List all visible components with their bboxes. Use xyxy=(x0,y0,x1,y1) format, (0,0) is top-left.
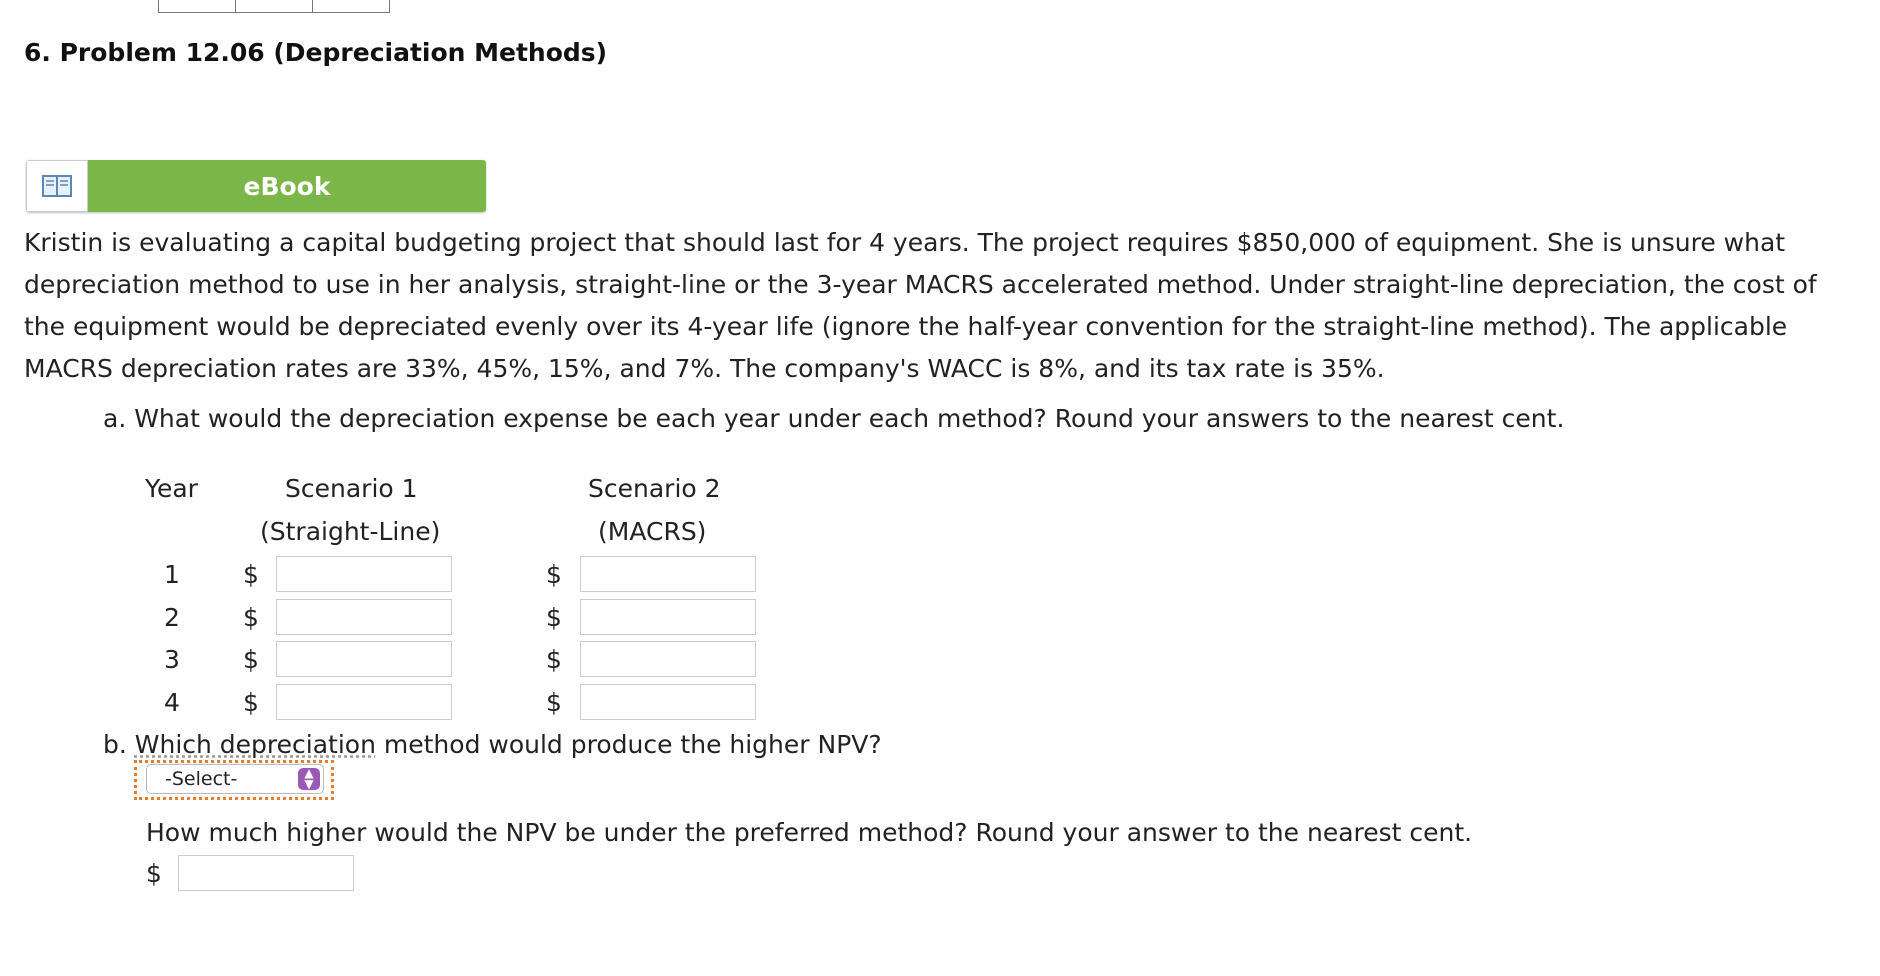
currency-symbol: $ xyxy=(546,645,562,674)
top-partial-inputs xyxy=(158,0,390,14)
problem-title: 6. Problem 12.06 (Depreciation Methods) xyxy=(24,38,608,67)
s1-year3-input[interactable] xyxy=(276,641,452,677)
s2-year2-input[interactable] xyxy=(580,599,756,635)
ebook-button[interactable]: eBook xyxy=(26,160,486,212)
currency-symbol: $ xyxy=(146,859,162,888)
currency-symbol: $ xyxy=(243,560,259,589)
currency-symbol: $ xyxy=(243,603,259,632)
currency-symbol: $ xyxy=(243,645,259,674)
col-s2-header: Scenario 2 xyxy=(588,474,721,503)
s2-year4-input[interactable] xyxy=(580,684,756,720)
part-b-term: Which depreciation xyxy=(134,730,376,759)
col-s2-subheader: (MACRS) xyxy=(598,517,707,546)
partial-input[interactable] xyxy=(235,0,313,13)
s2-year3-input[interactable] xyxy=(580,641,756,677)
part-a-question: a. What would the depreciation expense b… xyxy=(103,404,1565,433)
book-icon xyxy=(26,160,88,212)
col-s1-header: Scenario 1 xyxy=(285,474,418,503)
select-value: -Select- xyxy=(165,768,238,790)
npv-method-select[interactable]: -Select- ▲ ▼ xyxy=(146,764,324,794)
part-b-question: b. Which depreciation method would produ… xyxy=(103,730,882,759)
npv-difference-input[interactable] xyxy=(178,855,354,891)
partial-input[interactable] xyxy=(312,0,390,13)
col-s1-subheader: (Straight-Line) xyxy=(260,517,441,546)
year-cell: 4 xyxy=(164,688,180,717)
year-cell: 2 xyxy=(164,603,180,632)
part-b-rest: method would produce the higher NPV? xyxy=(375,730,882,759)
partial-input[interactable] xyxy=(158,0,236,13)
s2-year1-input[interactable] xyxy=(580,556,756,592)
chevron-updown-icon: ▲ ▼ xyxy=(298,767,320,790)
currency-symbol: $ xyxy=(546,560,562,589)
s1-year4-input[interactable] xyxy=(276,684,452,720)
part-b-followup: How much higher would the NPV be under t… xyxy=(146,818,1473,847)
col-year-header: Year xyxy=(145,474,198,503)
currency-symbol: $ xyxy=(546,603,562,632)
s1-year1-input[interactable] xyxy=(276,556,452,592)
year-cell: 1 xyxy=(164,560,180,589)
ebook-label: eBook xyxy=(88,160,486,212)
currency-symbol: $ xyxy=(243,688,259,717)
part-b-prefix: b. xyxy=(103,730,135,759)
year-cell: 3 xyxy=(164,645,180,674)
currency-symbol: $ xyxy=(546,688,562,717)
s1-year2-input[interactable] xyxy=(276,599,452,635)
problem-intro: Kristin is evaluating a capital budgetin… xyxy=(24,228,1817,383)
